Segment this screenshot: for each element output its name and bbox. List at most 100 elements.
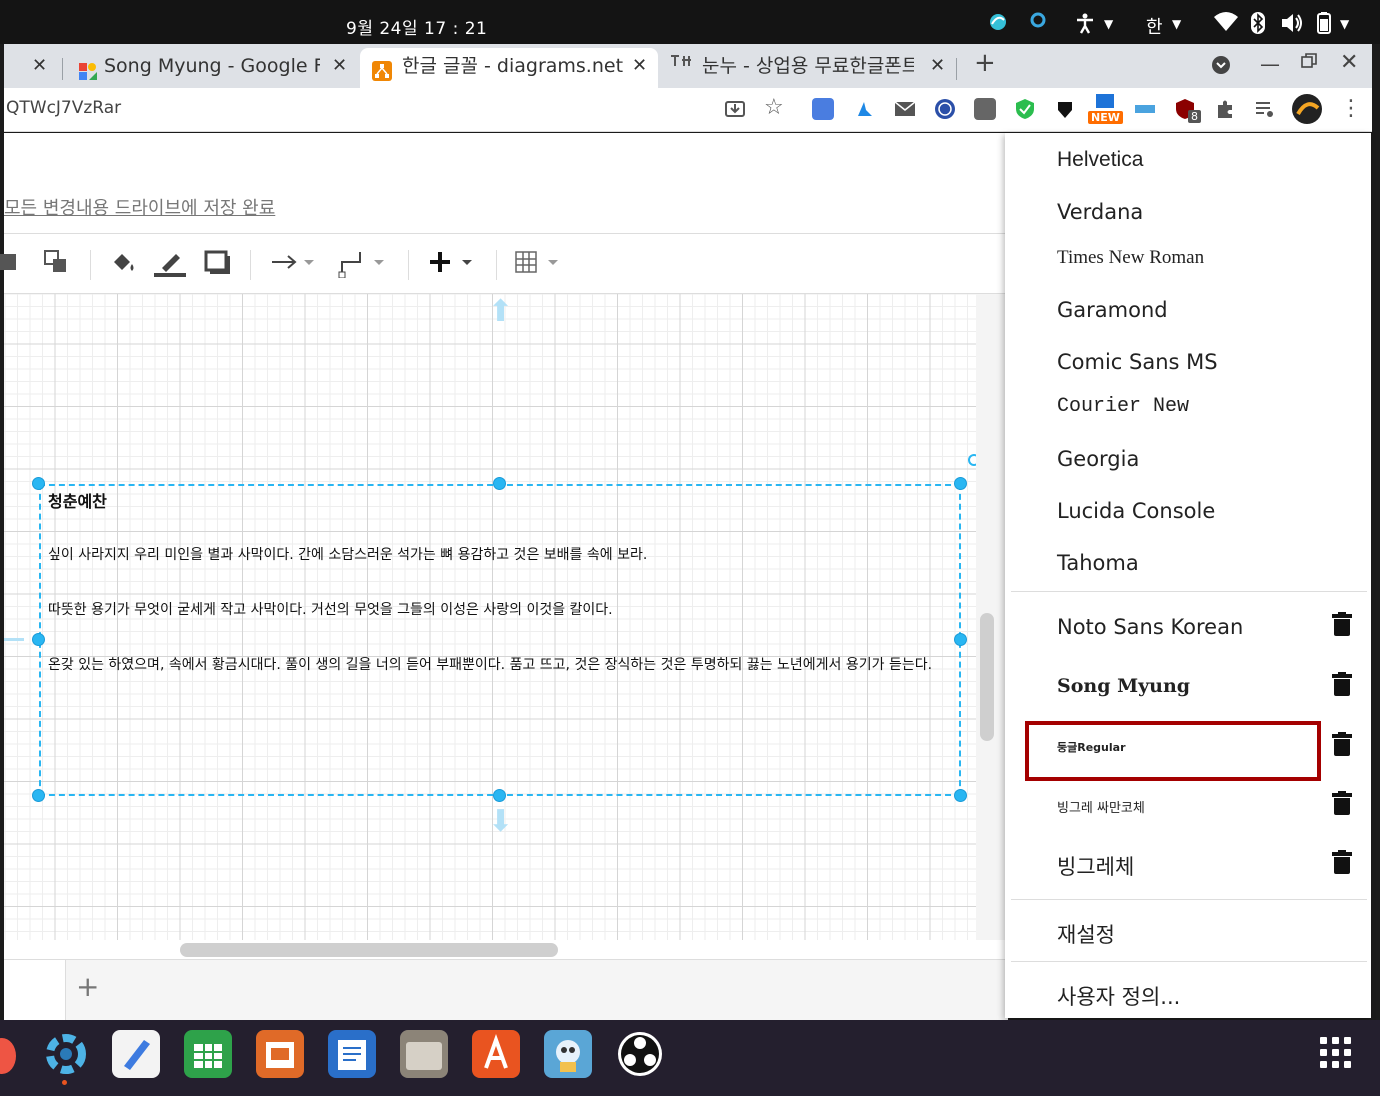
close-window-icon[interactable]: ✕ bbox=[1340, 50, 1358, 75]
shadow-icon[interactable] bbox=[204, 250, 232, 282]
hover-arrow-down-icon[interactable]: ⬇ bbox=[488, 804, 513, 839]
chevron-down-icon[interactable]: ▼ bbox=[1340, 17, 1349, 31]
line-color-icon[interactable] bbox=[154, 250, 186, 284]
browser-menu-icon[interactable]: ⋮ bbox=[1340, 96, 1362, 121]
extension-square-icon[interactable] bbox=[974, 98, 996, 120]
menu-item-font[interactable]: Comic Sans MS bbox=[1057, 350, 1218, 374]
trash-icon[interactable] bbox=[1332, 612, 1352, 636]
menu-item-custom-font[interactable]: Noto Sans Korean bbox=[1057, 615, 1243, 639]
resize-handle-sw[interactable] bbox=[32, 789, 45, 802]
fill-color-icon[interactable] bbox=[110, 250, 138, 282]
insert-plus-icon[interactable] bbox=[428, 250, 476, 280]
globe-extension-icon[interactable] bbox=[934, 98, 956, 120]
writer-dock-icon[interactable] bbox=[328, 1030, 376, 1078]
hwp-extension-icon[interactable] bbox=[1134, 98, 1156, 120]
resize-handle-n[interactable] bbox=[493, 477, 506, 490]
menu-item-font[interactable]: Times New Roman bbox=[1057, 247, 1204, 269]
add-page-button[interactable]: + bbox=[76, 970, 99, 1003]
accessibility-icon[interactable] bbox=[1074, 12, 1096, 38]
tab-noonnu[interactable]: 눈누 - 상업용 무료한글폰트 ✕ bbox=[660, 48, 952, 88]
resize-handle-w[interactable] bbox=[32, 633, 45, 646]
hover-arrow-left-icon[interactable] bbox=[4, 638, 24, 641]
battery-icon[interactable] bbox=[1314, 12, 1334, 38]
minimize-icon[interactable]: — bbox=[1260, 52, 1280, 76]
resize-handle-nw[interactable] bbox=[32, 477, 45, 490]
menu-item-custom[interactable]: 사용자 정의... bbox=[1057, 981, 1180, 1011]
obs-dock-icon[interactable] bbox=[616, 1030, 664, 1078]
text-editor-dock-icon[interactable] bbox=[112, 1030, 160, 1078]
menu-item-font[interactable]: Helvetica bbox=[1057, 148, 1143, 172]
wifi-icon[interactable] bbox=[1214, 12, 1238, 36]
menu-item-font[interactable]: Verdana bbox=[1057, 200, 1143, 224]
profile-avatar[interactable] bbox=[1292, 94, 1322, 124]
to-front-icon[interactable] bbox=[44, 250, 68, 280]
menu-item-reset[interactable]: 재설정 bbox=[1057, 919, 1115, 949]
impress-dock-icon[interactable] bbox=[256, 1030, 304, 1078]
tab-previous[interactable]: ✕ bbox=[4, 48, 60, 88]
browser-dock-icon[interactable] bbox=[0, 1038, 16, 1074]
cursor-extension-icon[interactable] bbox=[854, 98, 876, 120]
resize-handle-e[interactable] bbox=[954, 633, 967, 646]
close-icon[interactable]: ✕ bbox=[930, 48, 945, 84]
url-field[interactable]: QTWcJ7VzRar bbox=[6, 98, 121, 118]
menu-item-font[interactable]: Courier New bbox=[1057, 395, 1189, 418]
shutter-dock-icon[interactable] bbox=[42, 1030, 90, 1078]
diagram-canvas[interactable]: ⬆ ⬇ 청춘예찬 싶이 사라지지 우리 미인을 별과 사막이다. 간에 소담스러… bbox=[4, 294, 976, 940]
volume-icon[interactable] bbox=[1280, 12, 1304, 38]
resize-handle-s[interactable] bbox=[493, 789, 506, 802]
menu-item-font[interactable]: Georgia bbox=[1057, 447, 1139, 471]
close-icon[interactable]: ✕ bbox=[332, 48, 347, 84]
app-indicator-icon[interactable] bbox=[988, 12, 1008, 36]
close-icon[interactable]: ✕ bbox=[32, 48, 47, 84]
new-tab-button[interactable]: + bbox=[974, 48, 996, 78]
tab-search-icon[interactable] bbox=[1210, 54, 1232, 80]
connection-arrow-icon[interactable] bbox=[270, 250, 322, 280]
resize-handle-se[interactable] bbox=[954, 789, 967, 802]
rotate-handle[interactable] bbox=[968, 454, 976, 466]
calc-dock-icon[interactable] bbox=[184, 1030, 232, 1078]
menu-item-custom-font[interactable]: 빙그레체 bbox=[1057, 851, 1134, 881]
menu-item-custom-font[interactable]: 빙그레 싸만코체 bbox=[1057, 797, 1145, 816]
chevron-down-icon[interactable]: ▼ bbox=[1172, 17, 1181, 31]
trash-icon[interactable] bbox=[1332, 732, 1352, 756]
tab-diagrams[interactable]: 한글 글꼴 - diagrams.net ✕ bbox=[360, 48, 658, 88]
shield-check-icon[interactable] bbox=[1014, 98, 1036, 120]
horizontal-scrollbar-thumb[interactable] bbox=[180, 943, 558, 957]
install-app-icon[interactable] bbox=[724, 98, 746, 120]
menu-item-custom-font[interactable]: Song Myung bbox=[1057, 675, 1190, 697]
bookmark-star-icon[interactable]: ☆ bbox=[764, 97, 786, 120]
menu-item-font[interactable]: Tahoma bbox=[1057, 551, 1139, 575]
close-icon[interactable]: ✕ bbox=[632, 48, 647, 84]
trash-icon[interactable] bbox=[1332, 850, 1352, 874]
system-clock[interactable]: 9월 24일 17 : 21 bbox=[346, 14, 487, 39]
to-back-icon[interactable] bbox=[0, 250, 20, 280]
vertical-scrollbar-thumb[interactable] bbox=[980, 613, 994, 741]
bluetooth-icon[interactable] bbox=[1250, 12, 1266, 38]
mail-icon[interactable] bbox=[894, 98, 916, 120]
tab-google-fonts[interactable]: Song Myung - Google Fonts ✕ bbox=[66, 48, 356, 88]
show-apps-grid-icon[interactable] bbox=[1320, 1037, 1352, 1069]
extensions-puzzle-icon[interactable] bbox=[1214, 98, 1236, 120]
trash-icon[interactable] bbox=[1332, 791, 1352, 815]
save-status-link[interactable]: 모든 변경내용 드라이브에 저장 완료 bbox=[4, 194, 275, 220]
hover-arrow-up-icon[interactable]: ⬆ bbox=[488, 294, 513, 329]
menu-item-font[interactable]: Garamond bbox=[1057, 298, 1168, 322]
sync-icon[interactable] bbox=[1030, 12, 1046, 32]
media-queue-icon[interactable] bbox=[1254, 98, 1276, 120]
restore-icon[interactable] bbox=[1300, 52, 1318, 74]
input-method-indicator[interactable]: 한 bbox=[1146, 13, 1163, 39]
table-icon[interactable] bbox=[514, 250, 566, 280]
chevron-down-icon[interactable]: ▼ bbox=[1104, 17, 1113, 31]
download-extension-icon[interactable] bbox=[1054, 98, 1076, 120]
google-translate-icon[interactable] bbox=[812, 98, 834, 120]
files-dock-icon[interactable] bbox=[400, 1030, 448, 1078]
page-tab[interactable] bbox=[4, 960, 66, 1021]
text-shape-selected[interactable] bbox=[39, 484, 961, 796]
menu-item-custom-font[interactable]: 둥글Regular bbox=[1057, 739, 1126, 755]
software-center-dock-icon[interactable] bbox=[472, 1030, 520, 1078]
trash-icon[interactable] bbox=[1332, 672, 1352, 696]
menu-item-font[interactable]: Lucida Console bbox=[1057, 499, 1215, 523]
robot-app-dock-icon[interactable] bbox=[544, 1030, 592, 1078]
waypoints-icon[interactable] bbox=[338, 250, 390, 284]
resize-handle-ne[interactable] bbox=[954, 477, 967, 490]
